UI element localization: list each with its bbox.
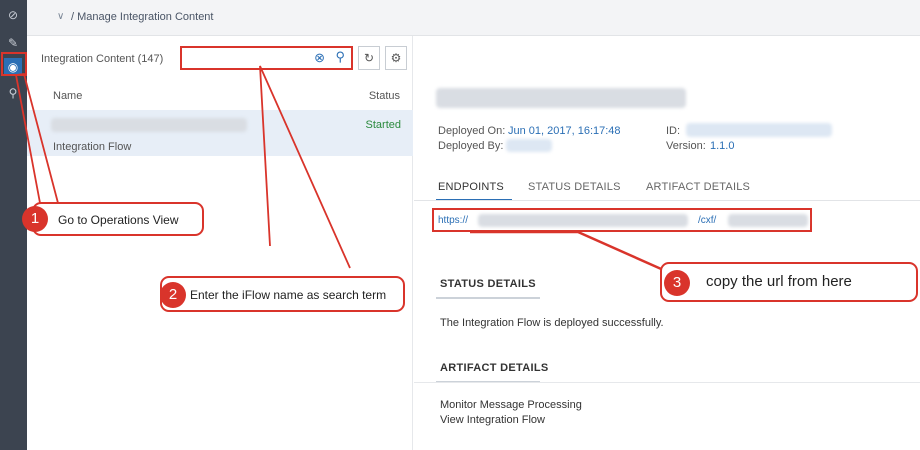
chevron-down-icon[interactable]: ∨ — [57, 11, 64, 22]
divider — [414, 200, 920, 201]
artifact-details-heading: ARTIFACT DETAILS — [440, 362, 549, 374]
tab-status-details[interactable]: STATUS DETAILS — [528, 181, 621, 193]
deployed-by-label: Deployed By: — [438, 140, 504, 152]
clock-icon[interactable]: ⊘ — [4, 6, 22, 24]
column-header-status[interactable]: Status — [369, 90, 400, 102]
search-icon[interactable]: ⚲ — [335, 49, 345, 65]
version-label: Version: — [666, 140, 706, 152]
deployed-on-label: Deployed On: — [438, 125, 506, 137]
wrench-icon: ⚙ — [390, 51, 402, 65]
redacted-title — [436, 88, 686, 108]
version-value: 1.1.0 — [710, 140, 735, 152]
status-text: The Integration Flow is deployed success… — [440, 317, 664, 329]
annotation-text: Go to Operations View — [58, 213, 179, 227]
endpoint-url[interactable]: https:// /cxf/ — [432, 208, 812, 232]
eye-icon[interactable]: ◉ — [4, 58, 22, 76]
tab-endpoints[interactable]: ENDPOINTS — [438, 181, 504, 193]
wrench-icon[interactable]: ⚲ — [4, 84, 22, 102]
annotation-number: 2 — [160, 282, 186, 308]
view-integration-flow-link[interactable]: View Integration Flow — [440, 414, 545, 426]
id-label: ID: — [666, 125, 681, 137]
annotation-text: copy the url from here — [706, 273, 852, 290]
url-prefix: https:// — [438, 215, 469, 226]
status-badge: Started — [365, 119, 401, 131]
breadcrumb[interactable]: / Manage Integration Content — [71, 11, 213, 23]
monitor-message-processing-link[interactable]: Monitor Message Processing — [440, 399, 582, 411]
integration-content-list: Integration Content (147) ⊗ ⚲ ↻ ⚙ Name S… — [27, 36, 413, 450]
annotation-callout-3: copy the url from here — [660, 262, 918, 302]
divider — [414, 382, 920, 383]
pencil-icon[interactable]: ✎ — [4, 34, 22, 52]
redacted-id — [686, 123, 832, 137]
status-details-heading: STATUS DETAILS — [440, 278, 536, 290]
deployed-on-value: Jun 01, 2017, 16:17:48 — [508, 125, 621, 137]
annotation-callout-1: Go to Operations View — [32, 202, 204, 236]
redacted-host — [478, 214, 688, 227]
clear-icon[interactable]: ⊗ — [314, 50, 325, 66]
settings-button[interactable]: ⚙ — [385, 46, 407, 70]
tab-artifact-details[interactable]: ARTIFACT DETAILS — [646, 181, 750, 193]
list-title: Integration Content (147) — [41, 53, 164, 65]
redacted-path — [728, 214, 808, 227]
redacted-name — [51, 118, 247, 132]
row-type-label: Integration Flow — [53, 141, 132, 153]
breadcrumb-bar: ∨ / Manage Integration Content — [27, 0, 920, 36]
annotation-number: 3 — [664, 270, 690, 296]
redacted-user — [506, 139, 552, 152]
url-suffix: /cxf/ — [698, 215, 717, 226]
annotation-number: 1 — [22, 206, 48, 232]
search-input[interactable]: ⊗ ⚲ — [180, 46, 353, 70]
refresh-icon: ↻ — [363, 51, 375, 65]
annotation-callout-2: Enter the iFlow name as search term — [160, 276, 405, 312]
refresh-button[interactable]: ↻ — [358, 46, 380, 70]
column-header-name[interactable]: Name — [53, 90, 82, 102]
artifact-details-panel: Deployed On: Jun 01, 2017, 16:17:48 Depl… — [414, 36, 920, 450]
annotation-text: Enter the iFlow name as search term — [190, 288, 387, 302]
divider — [436, 297, 540, 299]
